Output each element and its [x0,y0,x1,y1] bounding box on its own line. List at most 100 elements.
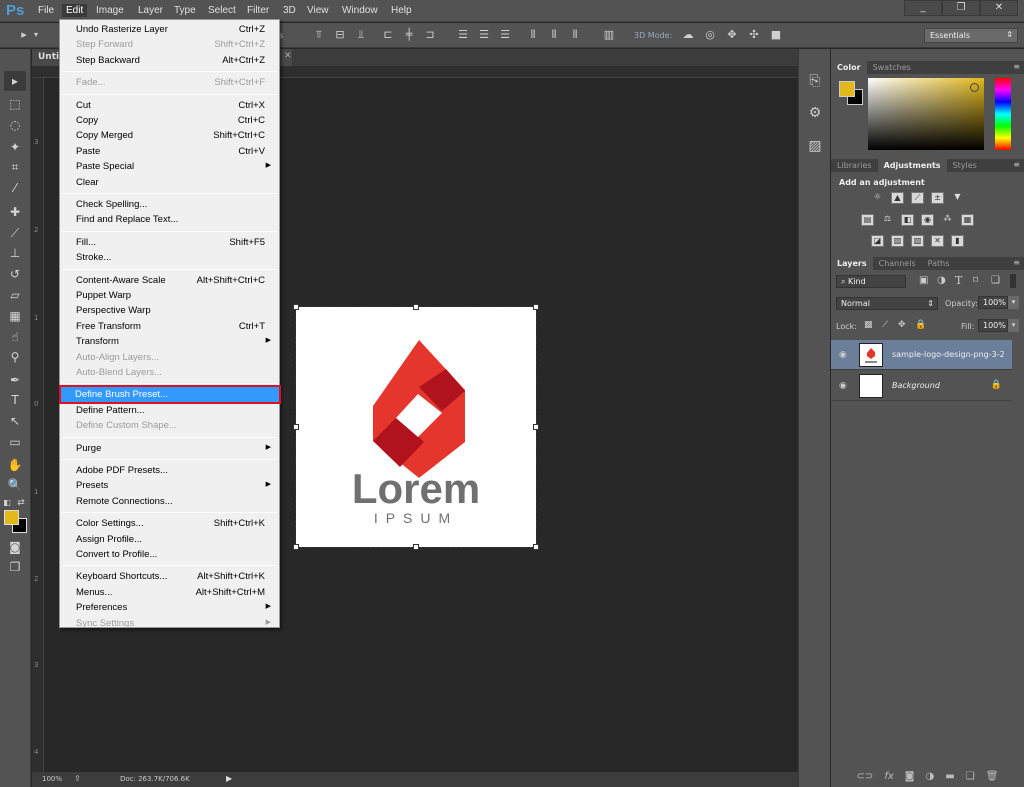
menu-item-convert-to-profile[interactable]: Convert to Profile... [62,547,277,562]
lock-pixels-icon[interactable]: ⟋ [882,320,888,330]
tab-adjustments[interactable]: Adjustments [877,159,947,172]
layer-style-icon[interactable]: fx [884,771,893,787]
filter-shape-icon[interactable]: ⌑ [973,275,978,286]
menu-layer[interactable]: Layer [134,4,167,17]
menu-item-check-spelling[interactable]: Check Spelling... [62,197,277,212]
menu-item-clear[interactable]: Clear [62,175,277,190]
healing-brush-tool[interactable]: ✚ [4,202,26,222]
magic-wand-tool[interactable]: ✦ [4,137,26,157]
menu-item-auto-align-layers[interactable]: Auto-Align Layers... [62,350,277,365]
transform-handle-b[interactable] [413,544,419,550]
lock-transparent-icon[interactable]: ▩ [864,320,873,330]
color-picker-ring[interactable] [970,83,979,92]
tab-styles[interactable]: Styles [947,159,983,172]
align-right-icon[interactable]: ⊐ [424,29,436,41]
path-selection-tool[interactable]: ↖ [4,411,26,431]
link-layers-icon[interactable]: ⊂⊃ [857,771,874,787]
rectangle-tool[interactable]: ▭ [4,432,26,452]
new-layer-icon[interactable]: ❏ [966,771,975,787]
distribute-top-icon[interactable]: ☰ [457,29,469,41]
tab-layers[interactable]: Layers [831,257,873,270]
history-brush-tool[interactable]: ↺ [4,264,26,284]
posterize-icon[interactable]: ▨ [891,235,904,247]
transform-handle-tr[interactable] [533,304,539,310]
quick-mask-icon[interactable]: ◙ [4,537,26,557]
menu-item-find-and-replace-text[interactable]: Find and Replace Text... [62,212,277,227]
menu-item-define-custom-shape[interactable]: Define Custom Shape... [62,418,277,433]
tab-color[interactable]: Color [831,61,867,74]
align-bottom-icon[interactable]: ⫫ [355,29,367,41]
transform-handle-tl[interactable] [293,304,299,310]
filter-adjustment-icon[interactable]: ◑ [937,275,946,286]
menu-type[interactable]: Type [170,4,200,17]
lock-all-icon[interactable]: 🔒 [915,320,926,330]
distribute-right-icon[interactable]: ⫴ [569,29,581,41]
status-menu-arrow-icon[interactable]: ▶ [226,774,232,783]
menu-item-transform[interactable]: Transform ▶ [62,334,277,349]
new-group-icon[interactable]: ▬ [945,771,954,787]
3d-pan-icon[interactable]: ✥ [726,29,738,41]
hand-tool[interactable]: ✋ [4,455,26,475]
menu-item-color-settings[interactable]: Color Settings... Shift+Ctrl+K [62,516,277,531]
layer-filter-select[interactable]: ⌕ Kind [836,275,906,288]
transform-handle-br[interactable] [533,544,539,550]
menu-item-preferences[interactable]: Preferences ▶ [62,600,277,615]
tab-channels[interactable]: Channels [873,257,922,270]
menu-item-purge[interactable]: Purge ▶ [62,441,277,456]
menu-item-menus[interactable]: Menus... Alt+Shift+Ctrl+M [62,585,277,600]
menu-item-paste[interactable]: Paste Ctrl+V [62,144,277,159]
color-picker-field[interactable] [868,78,984,150]
crop-tool[interactable]: ⌗ [4,157,26,177]
move-tool[interactable]: ▸ [4,71,26,91]
delete-layer-icon[interactable]: 🗑 [986,771,999,787]
layer-row[interactable]: ◉ Background 🔒 [831,371,1012,401]
foreground-color-swatch[interactable] [4,510,19,525]
menu-3d[interactable]: 3D [279,4,300,17]
workspace-select[interactable]: Essentials ⇕ [924,28,1018,43]
channel-mixer-icon[interactable]: ⁂ [941,214,954,226]
align-vcenter-icon[interactable]: ⊟ [334,29,346,41]
close-tab-icon[interactable]: ✕ [284,51,292,61]
menu-help[interactable]: Help [387,4,416,17]
tab-paths[interactable]: Paths [922,257,956,270]
panel-menu-icon[interactable]: ≡ [1013,258,1020,267]
visibility-eye-icon[interactable]: ◉ [839,350,847,360]
levels-icon[interactable]: ▲ [891,192,904,204]
brush-tool[interactable]: ⟋ [4,223,26,243]
eraser-tool[interactable]: ▱ [4,285,26,305]
menu-item-adobe-pdf-presets[interactable]: Adobe PDF Presets... [62,463,277,478]
color-balance-icon[interactable]: ⚖ [881,214,894,226]
distribute-bottom-icon[interactable]: ☰ [499,29,511,41]
gradient-tool[interactable]: ▦ [4,306,26,326]
visibility-eye-icon[interactable]: ◉ [839,381,847,391]
close-button[interactable]: ✕ [980,0,1018,16]
filter-toggle[interactable] [1010,274,1016,288]
panel-menu-icon[interactable]: ≡ [1013,160,1020,169]
align-hcenter-icon[interactable]: ╪ [403,29,415,41]
black-white-icon[interactable]: ◧ [901,214,914,226]
smudge-tool[interactable]: ☝ [4,327,26,347]
fill-input[interactable]: 100% [978,319,1008,332]
tab-swatches[interactable]: Swatches [867,61,917,74]
3d-slide-icon[interactable]: ✣ [748,29,760,41]
filter-smart-object-icon[interactable]: ❏ [991,275,1000,286]
tab-libraries[interactable]: Libraries [831,159,878,172]
curves-icon[interactable]: ⟋ [911,192,924,204]
chevron-down-icon[interactable]: ▾ [30,29,42,41]
layer-row[interactable]: ◉ sample-logo-design-png-3-2 [831,340,1012,370]
fill-dropdown-icon[interactable]: ▾ [1008,319,1019,332]
3d-orbit-icon[interactable]: ☁ [682,29,694,41]
menu-filter[interactable]: Filter [243,4,273,17]
align-top-icon[interactable]: ⫪ [313,29,325,41]
properties-panel-icon[interactable]: ⚙ [805,105,825,125]
transform-handle-r[interactable] [533,424,539,430]
menu-item-copy-merged[interactable]: Copy Merged Shift+Ctrl+C [62,128,277,143]
transform-handle-bl[interactable] [293,544,299,550]
3d-scale-icon[interactable]: ■ [770,29,782,41]
menu-item-define-pattern[interactable]: Define Pattern... [62,403,277,418]
move-tool-icon[interactable]: ▸ [18,29,30,41]
zoom-level[interactable]: 100% [42,775,62,783]
brightness-contrast-icon[interactable]: ☼ [871,192,884,204]
restore-button[interactable]: ❐ [942,0,980,16]
gradient-map-icon[interactable]: ▮ [951,235,964,247]
